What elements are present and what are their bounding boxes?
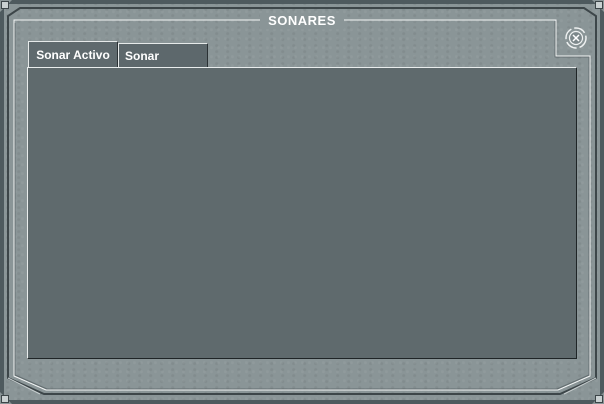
tab-sonar-activo-label: Sonar Activo <box>36 48 110 62</box>
tab-sonar-activo[interactable]: Sonar Activo <box>28 41 118 69</box>
sonar-window: SONARES Sonar Activo Sonar Pasivo <box>0 0 604 404</box>
close-button[interactable] <box>564 26 588 50</box>
tab-sonar-pasivo[interactable]: Sonar Pasivo <box>118 43 208 87</box>
close-circle-icon <box>565 27 587 49</box>
sonar-content-panel <box>27 67 577 359</box>
